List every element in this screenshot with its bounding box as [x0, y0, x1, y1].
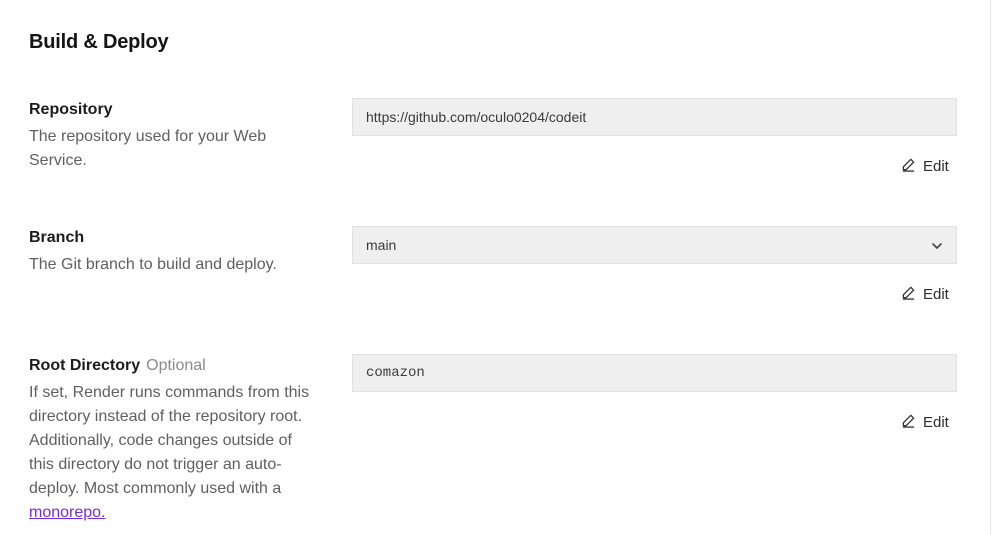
repository-field[interactable]: https://github.com/oculo0204/codeit — [352, 98, 957, 136]
pencil-icon — [901, 285, 916, 304]
root-directory-value: comazon — [366, 365, 425, 381]
repository-description: The repository used for your Web Service… — [29, 128, 267, 169]
monorepo-link[interactable]: monorepo. — [29, 504, 106, 521]
root-directory-label-line: Root Directory Optional — [29, 356, 314, 376]
root-directory-description-text: If set, Render runs commands from this d… — [29, 384, 310, 497]
repository-edit-button[interactable]: Edit — [901, 156, 949, 176]
branch-description: The Git branch to build and deploy. — [29, 256, 277, 273]
page-right-border — [990, 0, 991, 535]
pencil-icon — [901, 157, 916, 176]
optional-tag: Optional — [146, 357, 206, 374]
chevron-down-icon — [930, 239, 944, 253]
repository-label: Repository — [29, 101, 113, 118]
branch-value: main — [366, 237, 397, 253]
root-directory-description: If set, Render runs commands from this d… — [29, 381, 314, 525]
repository-value: https://github.com/oculo0204/codeit — [366, 109, 587, 125]
edit-label: Edit — [923, 413, 949, 431]
branch-select[interactable]: main — [352, 226, 957, 264]
root-directory-edit-button[interactable]: Edit — [901, 412, 949, 432]
branch-edit-button[interactable]: Edit — [901, 284, 949, 304]
edit-label: Edit — [923, 285, 949, 303]
pencil-icon — [901, 413, 916, 432]
section-title: Build & Deploy — [29, 31, 169, 53]
edit-label: Edit — [923, 157, 949, 175]
root-directory-field[interactable]: comazon — [352, 354, 957, 392]
root-directory-label: Root Directory — [29, 357, 141, 374]
branch-label: Branch — [29, 229, 85, 246]
